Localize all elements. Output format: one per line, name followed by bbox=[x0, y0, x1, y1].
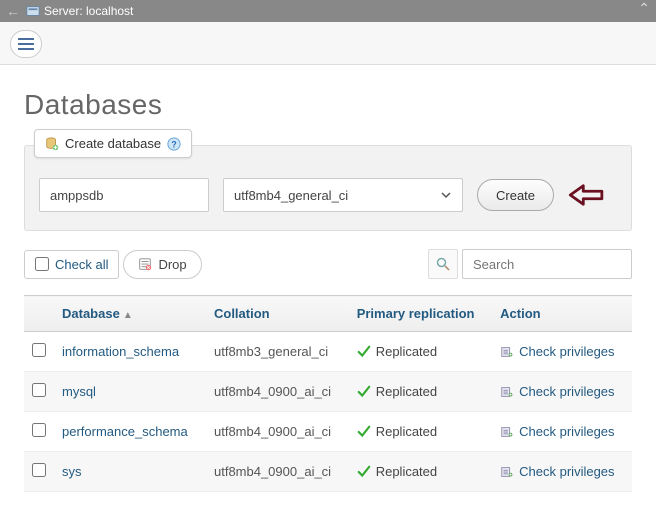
sort-asc-icon: ▲ bbox=[123, 310, 133, 321]
check-all-label: Check all bbox=[55, 257, 108, 272]
database-add-icon bbox=[45, 137, 59, 151]
chevron-down-icon bbox=[440, 189, 452, 201]
create-button[interactable]: Create bbox=[477, 179, 554, 211]
toolbar bbox=[0, 22, 656, 65]
drop-label: Drop bbox=[158, 257, 186, 272]
privileges-icon bbox=[500, 345, 514, 359]
drop-icon bbox=[138, 257, 152, 271]
replication-cell: Replicated bbox=[357, 384, 484, 399]
replication-cell: Replicated bbox=[357, 344, 484, 359]
check-privileges-link[interactable]: Check privileges bbox=[519, 424, 614, 439]
row-checkbox[interactable] bbox=[32, 423, 46, 437]
table-row: mysql utf8mb4_0900_ai_ci Replicated Check p… bbox=[24, 372, 632, 412]
help-icon[interactable]: ? bbox=[167, 137, 181, 151]
create-database-tab: Create database ? bbox=[34, 129, 192, 158]
breadcrumb-bar: ← Server: localhost ⌃ bbox=[0, 0, 656, 22]
check-privileges-link[interactable]: Check privileges bbox=[519, 384, 614, 399]
collation-cell: utf8mb4_0900_ai_ci bbox=[206, 412, 349, 452]
svg-text:?: ? bbox=[171, 139, 176, 149]
database-name-link[interactable]: mysql bbox=[62, 384, 96, 399]
replication-cell: Replicated bbox=[357, 464, 484, 479]
collation-value: utf8mb4_general_ci bbox=[234, 188, 348, 203]
column-collation[interactable]: Collation bbox=[206, 296, 349, 332]
privileges-icon bbox=[500, 465, 514, 479]
privileges-icon bbox=[500, 385, 514, 399]
check-icon bbox=[357, 385, 371, 399]
row-checkbox[interactable] bbox=[32, 463, 46, 477]
create-database-panel: Create database ? utf8mb4_general_ci Cre… bbox=[24, 145, 632, 231]
column-checkbox bbox=[24, 296, 54, 332]
search-icon-box bbox=[428, 249, 458, 279]
back-icon[interactable]: ← bbox=[6, 3, 20, 19]
server-icon bbox=[26, 5, 40, 17]
database-name-link[interactable]: sys bbox=[62, 464, 82, 479]
row-checkbox[interactable] bbox=[32, 343, 46, 357]
pointer-arrow-icon bbox=[568, 182, 606, 208]
drop-button[interactable]: Drop bbox=[123, 250, 201, 279]
collation-cell: utf8mb3_general_ci bbox=[206, 332, 349, 372]
collation-cell: utf8mb4_0900_ai_ci bbox=[206, 372, 349, 412]
search-icon bbox=[435, 256, 451, 272]
bulk-actions-row: Check all Drop bbox=[24, 249, 632, 279]
collation-select[interactable]: utf8mb4_general_ci bbox=[223, 178, 463, 212]
check-icon bbox=[357, 345, 371, 359]
column-action: Action bbox=[492, 296, 632, 332]
check-privileges-link[interactable]: Check privileges bbox=[519, 344, 614, 359]
table-row: information_schema utf8mb3_general_ci Repl… bbox=[24, 332, 632, 372]
server-label: Server: localhost bbox=[44, 4, 133, 18]
check-all-checkbox[interactable] bbox=[35, 257, 49, 271]
menu-button[interactable] bbox=[10, 30, 42, 58]
database-table: Database▲ Collation Primary replication … bbox=[24, 295, 632, 492]
database-name-link[interactable]: information_schema bbox=[62, 344, 179, 359]
database-name-link[interactable]: performance_schema bbox=[62, 424, 188, 439]
collapse-icon[interactable]: ⌃ bbox=[638, 0, 650, 17]
check-all-control[interactable]: Check all bbox=[24, 250, 119, 279]
privileges-icon bbox=[500, 425, 514, 439]
table-row: performance_schema utf8mb4_0900_ai_ci Repl… bbox=[24, 412, 632, 452]
database-name-input[interactable] bbox=[39, 178, 209, 212]
replication-cell: Replicated bbox=[357, 424, 484, 439]
table-row: sys utf8mb4_0900_ai_ci Replicated Check pri… bbox=[24, 452, 632, 492]
row-checkbox[interactable] bbox=[32, 383, 46, 397]
check-icon bbox=[357, 465, 371, 479]
check-icon bbox=[357, 425, 371, 439]
check-privileges-link[interactable]: Check privileges bbox=[519, 464, 614, 479]
search-input[interactable] bbox=[462, 249, 632, 279]
column-database[interactable]: Database▲ bbox=[54, 296, 206, 332]
column-replication[interactable]: Primary replication bbox=[349, 296, 492, 332]
page-title: Databases bbox=[24, 89, 632, 121]
create-database-label: Create database bbox=[65, 136, 161, 151]
collation-cell: utf8mb4_0900_ai_ci bbox=[206, 452, 349, 492]
